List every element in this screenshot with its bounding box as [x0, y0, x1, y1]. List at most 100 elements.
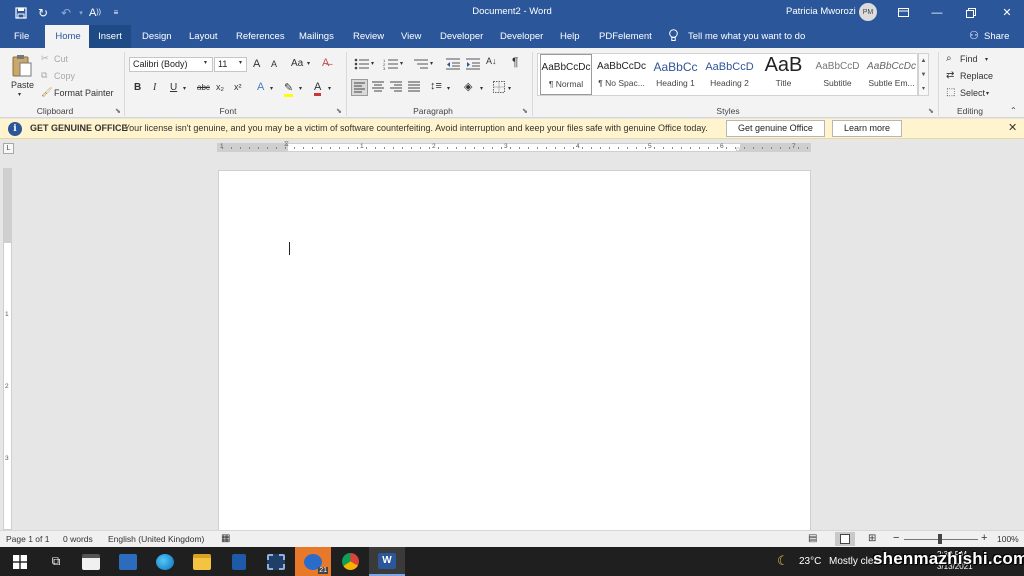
cut-button[interactable]: Cut — [54, 54, 68, 64]
styles-scroll[interactable]: ▲ ▼ ▾ — [918, 53, 929, 96]
line-spacing-dropdown-icon[interactable]: ▾ — [447, 85, 450, 92]
tab-layout[interactable]: Layout — [189, 25, 218, 48]
zoom-in-button[interactable]: + — [981, 532, 987, 544]
tell-me-search[interactable]: Tell me what you want to do — [688, 25, 805, 48]
increase-indent-icon[interactable] — [466, 58, 480, 72]
read-aloud-icon[interactable]: A)) — [86, 4, 104, 21]
align-right-icon[interactable] — [389, 81, 403, 95]
style-title[interactable]: AaB Title — [756, 54, 811, 95]
zoom-out-button[interactable]: − — [893, 532, 899, 544]
clipboard-launcher-icon[interactable]: ⬊ — [115, 107, 121, 115]
chrome-icon[interactable] — [332, 547, 368, 576]
mail-icon[interactable] — [110, 547, 146, 576]
numbering-icon[interactable]: 123 — [383, 58, 399, 72]
find-dropdown-icon[interactable]: ▾ — [985, 56, 988, 63]
subscript-button[interactable]: x₂ — [216, 82, 224, 92]
highlight-dropdown-icon[interactable]: ▾ — [299, 85, 302, 92]
paste-button[interactable]: Paste — [11, 80, 34, 90]
tab-selector[interactable]: L — [3, 143, 14, 154]
select-icon[interactable]: ⬚ — [946, 87, 955, 98]
store-icon[interactable] — [73, 547, 109, 576]
save-icon[interactable] — [12, 4, 30, 21]
change-case-icon[interactable]: Aa — [291, 58, 303, 69]
page-count[interactable]: Page 1 of 1 — [6, 534, 49, 544]
bold-button[interactable]: B — [134, 82, 141, 93]
text-effects-icon[interactable]: A — [257, 81, 264, 93]
weather-temperature[interactable]: 23°C — [799, 556, 821, 567]
tab-help[interactable]: Help — [560, 25, 580, 48]
windows-start-icon[interactable] — [2, 547, 38, 576]
align-center-icon[interactable] — [371, 81, 385, 95]
select-dropdown-icon[interactable]: ▾ — [986, 90, 989, 97]
font-color-dropdown-icon[interactable]: ▾ — [328, 85, 331, 92]
replace-button[interactable]: Replace — [960, 71, 993, 81]
tab-review[interactable]: Review — [353, 25, 384, 48]
share-button[interactable]: Share — [984, 25, 1009, 48]
minimize-icon[interactable]: — — [920, 0, 954, 25]
style-subtle-emphasis[interactable]: AaBbCcDc Subtle Em... — [864, 54, 919, 95]
clear-formatting-icon[interactable]: A̶ — [322, 57, 329, 69]
snipping-tool-icon[interactable] — [258, 547, 294, 576]
font-size-box[interactable]: 11 — [214, 57, 247, 72]
avatar[interactable]: PM — [859, 3, 877, 21]
highlight-icon[interactable]: ✎ — [284, 81, 294, 97]
calculator-icon[interactable] — [221, 547, 257, 576]
tab-pdfelement[interactable]: PDFelement — [599, 25, 652, 48]
share-person-icon[interactable]: ⚇ — [969, 29, 979, 42]
tab-view[interactable]: View — [401, 25, 421, 48]
tab-file[interactable]: File — [14, 25, 29, 48]
align-left-button[interactable] — [351, 79, 368, 96]
close-icon[interactable]: ✕ — [990, 0, 1024, 25]
numbering-dropdown-icon[interactable]: ▾ — [400, 60, 403, 67]
show-marks-button[interactable]: ¶ — [512, 55, 518, 69]
font-size-dropdown-icon[interactable]: ▾ — [239, 59, 242, 66]
tab-mailings[interactable]: Mailings — [299, 25, 334, 48]
more-styles-icon[interactable]: ▾ — [919, 82, 928, 96]
scroll-up-icon[interactable]: ▲ — [919, 54, 928, 68]
horizontal-ruler[interactable]: 1 1 2 3 4 5 6 7 ⧖ ⌂ — [217, 141, 811, 153]
styles-launcher-icon[interactable]: ⬊ — [928, 107, 934, 115]
find-icon[interactable]: ⌕ — [946, 53, 952, 64]
collapse-ribbon-icon[interactable]: ⌃ — [1010, 106, 1017, 115]
scroll-down-icon[interactable]: ▼ — [919, 68, 928, 82]
style-subtitle[interactable]: AaBbCcD Subtitle — [810, 54, 865, 95]
macro-record-icon[interactable]: ▦ — [221, 533, 230, 544]
justify-icon[interactable] — [407, 81, 421, 95]
learn-more-button[interactable]: Learn more — [832, 120, 902, 137]
get-genuine-office-button[interactable]: Get genuine Office — [726, 120, 825, 137]
copy-icon[interactable]: ⧉ — [41, 70, 47, 81]
word-taskbar-icon[interactable]: W — [369, 547, 405, 576]
clipboard-icon[interactable] — [11, 54, 33, 80]
style-heading-2[interactable]: AaBbCcD Heading 2 — [702, 54, 757, 95]
shading-icon[interactable]: ◈ — [464, 80, 472, 93]
multilevel-dropdown-icon[interactable]: ▾ — [430, 60, 433, 67]
right-indent-marker-icon[interactable]: ⌂ — [736, 146, 740, 153]
shading-dropdown-icon[interactable]: ▾ — [480, 85, 483, 92]
ribbon-display-icon[interactable] — [886, 0, 920, 25]
decrease-indent-icon[interactable] — [446, 58, 460, 72]
format-painter-icon[interactable]: 🖌 — [41, 87, 52, 98]
user-name[interactable]: Patricia Mworozi — [786, 6, 856, 17]
select-button[interactable]: Select — [960, 88, 985, 98]
font-name-dropdown-icon[interactable]: ▾ — [204, 59, 207, 66]
borders-icon[interactable] — [493, 81, 505, 95]
style-normal[interactable]: AaBbCcDc ¶ Normal — [540, 54, 592, 95]
thunderbird-icon[interactable]: 21 — [295, 547, 331, 576]
replace-icon[interactable]: ⇄ — [946, 70, 954, 81]
weather-icon[interactable]: ☾ — [777, 553, 789, 569]
shrink-font-icon[interactable]: A — [271, 59, 277, 69]
bullets-dropdown-icon[interactable]: ▾ — [371, 60, 374, 67]
task-view-icon[interactable]: ⧉ — [38, 547, 74, 576]
bullets-icon[interactable] — [354, 58, 370, 72]
customize-icon[interactable]: ≡ — [107, 4, 125, 21]
autosave-icon[interactable]: ↻ — [34, 4, 52, 21]
paragraph-launcher-icon[interactable]: ⬊ — [522, 107, 528, 115]
zoom-level[interactable]: 100% — [997, 534, 1019, 544]
cut-icon[interactable]: ✂ — [41, 53, 49, 64]
language[interactable]: English (United Kingdom) — [108, 534, 204, 544]
style-no-spacing[interactable]: AaBbCcDc ¶ No Spac... — [594, 54, 649, 95]
format-painter-button[interactable]: Format Painter — [54, 88, 114, 98]
restore-icon[interactable] — [954, 0, 988, 25]
underline-dropdown-icon[interactable]: ▾ — [183, 85, 186, 92]
borders-dropdown-icon[interactable]: ▾ — [508, 85, 511, 92]
